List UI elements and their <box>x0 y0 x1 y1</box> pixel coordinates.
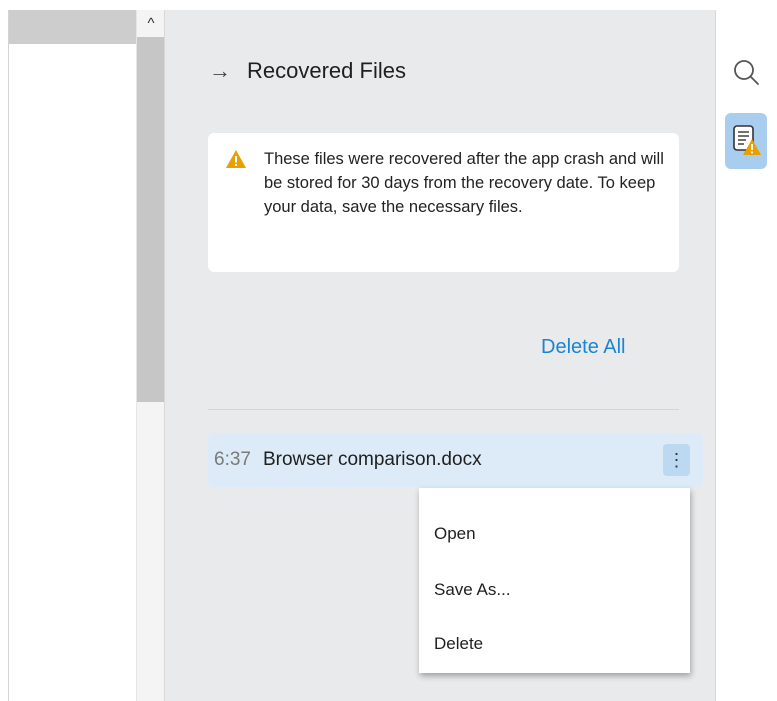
recovered-files-button[interactable] <box>725 113 767 169</box>
vertical-scrollbar[interactable]: ^ <box>136 10 165 701</box>
more-options-button[interactable]: ⋮ <box>663 444 690 476</box>
divider <box>208 409 679 410</box>
panel-title: Recovered Files <box>247 58 406 83</box>
pane-header-band <box>9 10 136 44</box>
back-arrow-icon[interactable]: → <box>209 58 247 84</box>
delete-all-link[interactable]: Delete All <box>541 336 626 359</box>
file-time: 6:37 <box>214 449 251 470</box>
right-sidebar-rail <box>715 10 777 701</box>
notice-text: These files were recovered after the app… <box>264 150 664 216</box>
recovered-files-panel: → Recovered Files These files were recov… <box>164 10 715 701</box>
recovery-notice: These files were recovered after the app… <box>208 133 679 272</box>
kebab-icon: ⋮ <box>667 449 686 470</box>
document-warning-icon <box>733 125 761 155</box>
file-name: Browser comparison.docx <box>262 449 482 470</box>
scroll-up-button[interactable]: ^ <box>137 10 165 36</box>
document-pane: ^ <box>8 10 165 701</box>
scroll-thumb[interactable] <box>137 37 165 402</box>
menu-item-open[interactable]: Open <box>434 524 476 544</box>
menu-item-save-as[interactable]: Save As... <box>434 580 511 600</box>
file-context-menu: Open Save As... Delete <box>419 488 690 673</box>
panel-header: → Recovered Files <box>209 58 406 84</box>
recovered-file-row[interactable]: 6:37 Browser comparison.docx ⋮ <box>208 433 703 487</box>
warning-icon <box>226 150 246 168</box>
search-icon[interactable] <box>732 58 760 86</box>
menu-item-delete[interactable]: Delete <box>434 634 483 654</box>
